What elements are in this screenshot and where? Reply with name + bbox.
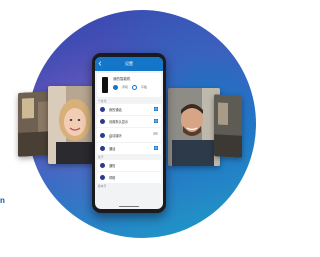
settings-row-6[interactable]: 帮助 [97, 172, 161, 183]
photo-card-woman [48, 86, 98, 164]
section-header-c: 版本号 [98, 184, 107, 188]
phone-thumbnail-icon [102, 77, 108, 93]
settings-row-3-sub: 开 [109, 137, 112, 140]
settings-row-4-label: 通话 [109, 147, 116, 151]
radio-phone[interactable] [113, 85, 118, 90]
settings-row-2[interactable]: 设置默认显示 [97, 116, 161, 127]
windows-logo-icon [154, 107, 158, 111]
photo-card-room-left [18, 91, 52, 157]
settings-row-6-label: 帮助 [109, 176, 116, 180]
device-card: 我的智能机 手机 平板 [97, 73, 161, 97]
settings-row-3[interactable]: 自动接听 开 [97, 128, 161, 142]
settings-circle-icon [100, 163, 105, 168]
device-type-radios: 手机 平板 [113, 85, 147, 90]
settings-row-2-label: 设置默认显示 [109, 120, 129, 124]
app-bar: 设置 [95, 57, 163, 71]
settings-circle-icon [100, 107, 105, 112]
settings-row-1[interactable]: 我的通话 [97, 104, 161, 115]
settings-circle-icon [100, 132, 105, 138]
settings-row-4[interactable]: 通话 [97, 143, 161, 154]
settings-circle-icon [100, 119, 105, 124]
radio-phone-label: 手机 [122, 85, 129, 89]
settings-circle-icon [100, 175, 105, 180]
photo-card-room-right [214, 94, 242, 158]
radio-tablet[interactable] [132, 85, 138, 90]
settings-circle-icon [100, 146, 105, 151]
arrow-left-icon[interactable] [98, 61, 102, 66]
settings-row-5-label: 通知 [109, 164, 116, 168]
brand-text-fragment: n [0, 196, 5, 205]
settings-row-1-label: 我的通话 [109, 108, 122, 112]
phone-screen: 设置 我的智能机 手机 平板 个性化 我的通话 设置默认显示 自动接听 开 通话… [95, 57, 163, 209]
settings-row-5[interactable]: 通知 [97, 160, 161, 171]
device-card-title: 我的智能机 [113, 77, 131, 81]
app-bar-title: 设置 [125, 61, 133, 66]
toggle-switch[interactable] [153, 132, 158, 135]
radio-tablet-label: 平板 [141, 85, 148, 89]
windows-logo-icon [154, 146, 158, 150]
photo-card-man [168, 88, 220, 166]
windows-logo-icon [154, 119, 158, 123]
hero-illustration: 设置 我的智能机 手机 平板 个性化 我的通话 设置默认显示 自动接听 开 通话… [0, 0, 256, 257]
smartphone-mockup: 设置 我的智能机 手机 平板 个性化 我的通话 设置默认显示 自动接听 开 通话… [92, 53, 166, 213]
home-indicator [119, 205, 139, 207]
